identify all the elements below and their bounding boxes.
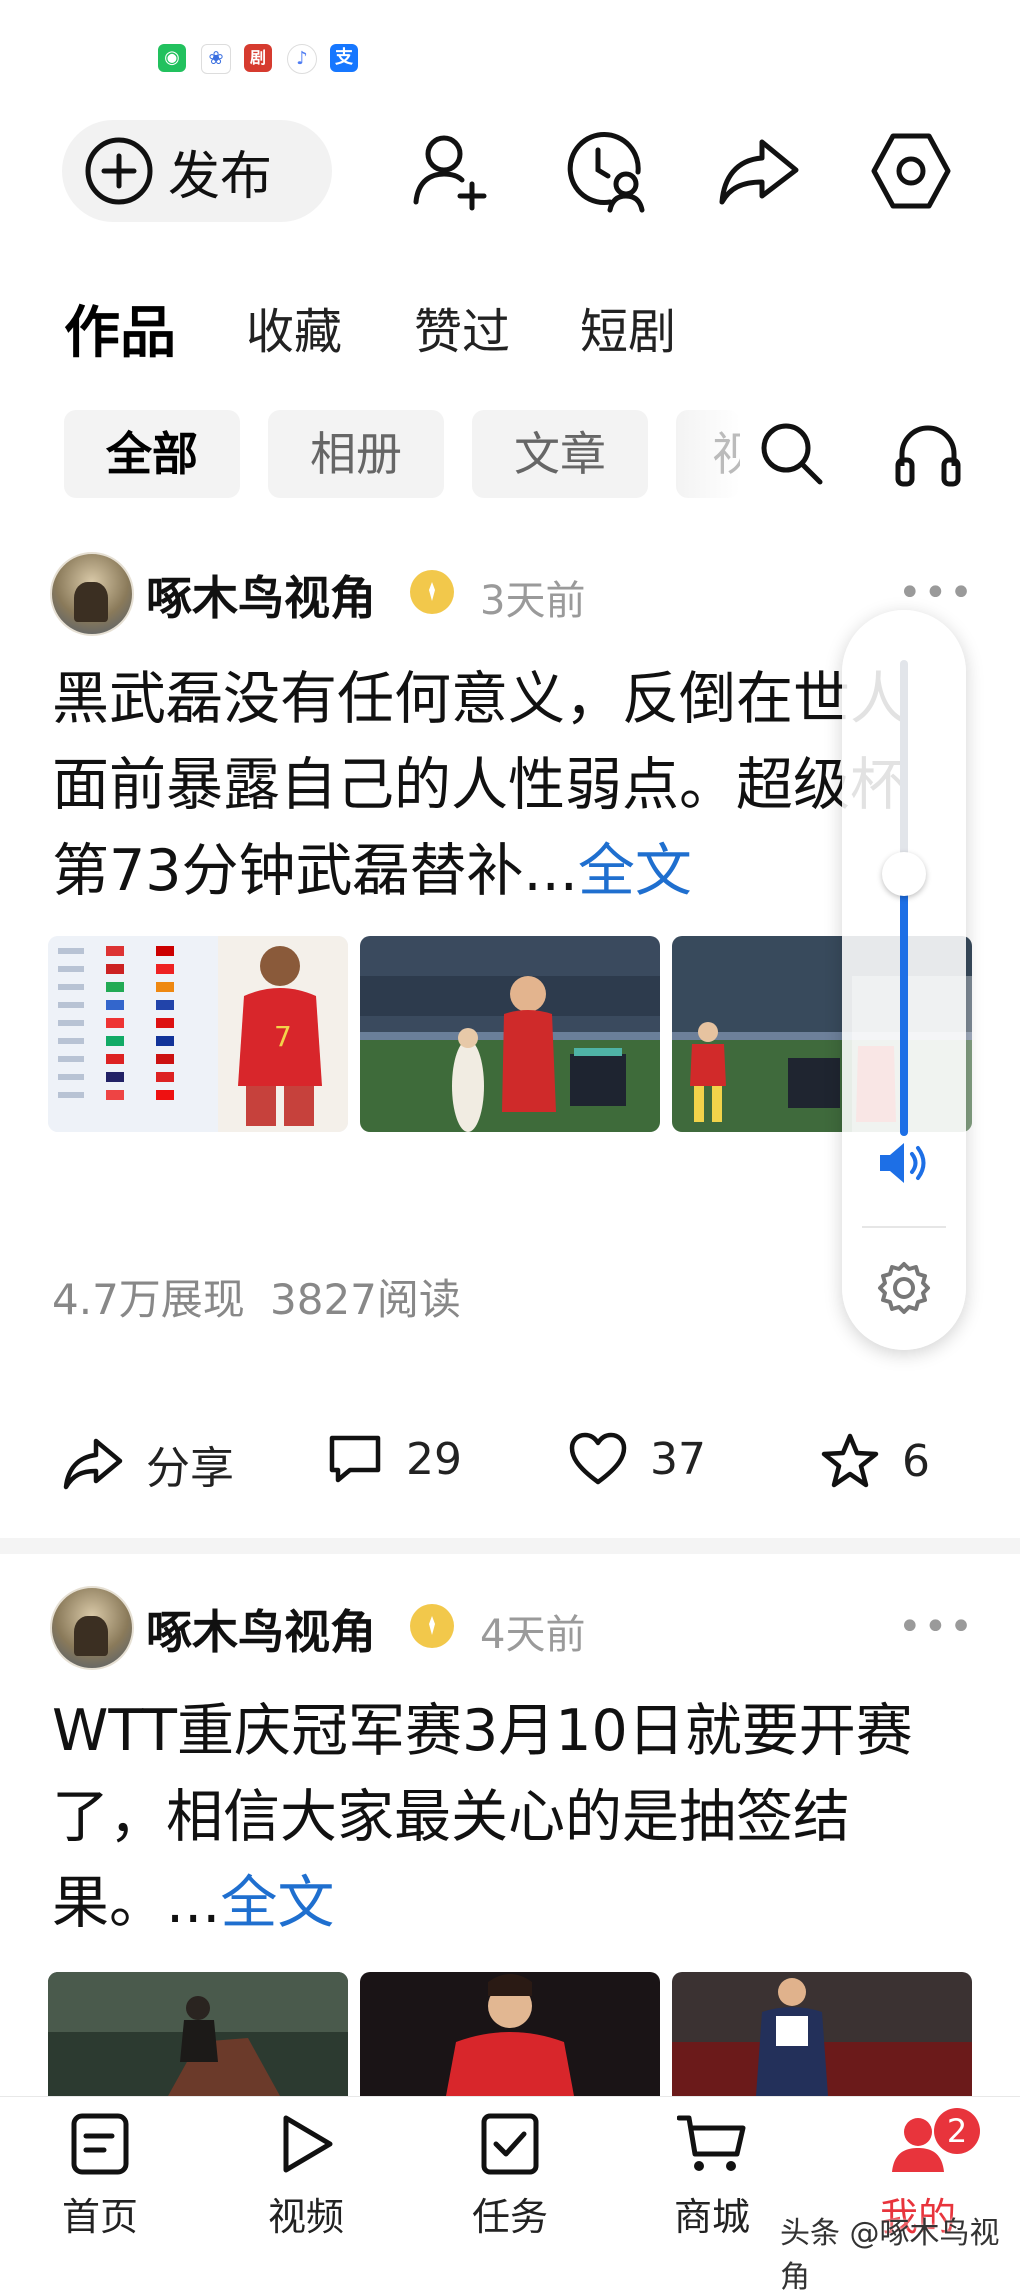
notification-badge: 2	[934, 2108, 980, 2154]
history-icon[interactable]	[562, 128, 648, 214]
tab-works[interactable]: 作品	[64, 288, 176, 369]
filter-all[interactable]: 全部	[64, 410, 240, 498]
nav-home-label: 首页	[61, 2195, 138, 2239]
full-text-link[interactable]: 全文	[578, 838, 692, 904]
favorite-count: 6	[902, 1435, 930, 1487]
add-friend-icon[interactable]	[408, 128, 494, 214]
settings-icon[interactable]	[868, 128, 954, 214]
post-time: 4天前	[480, 1612, 586, 1658]
volume-divider	[862, 1226, 946, 1228]
post-image-1[interactable]	[48, 1972, 348, 2096]
volume-slider-handle[interactable]	[882, 852, 926, 897]
home-icon	[71, 2113, 129, 2175]
alipay-icon: 支	[330, 44, 358, 72]
plus-circle-icon	[85, 137, 153, 205]
post-image-1[interactable]: 7	[48, 936, 348, 1132]
impressions-count: 4.7万展现	[52, 1275, 245, 1324]
nav-task[interactable]: 任务	[440, 2112, 580, 2241]
share-icon[interactable]	[716, 128, 802, 214]
watermark: 头条 @啄木鸟视角	[780, 2216, 1000, 2295]
publish-label: 发布	[168, 146, 273, 207]
comment-icon	[329, 1435, 381, 1483]
filter-album[interactable]: 相册	[268, 410, 444, 498]
post-text[interactable]: 黑武磊没有任何意义，反倒在世人面前暴露自己的人性弱点。超级杯第73分钟武磊替补.…	[52, 656, 952, 914]
publish-button[interactable]: 发布	[62, 120, 332, 222]
video-icon	[283, 2115, 333, 2173]
filter-video[interactable]: 视	[676, 410, 740, 498]
comment-button[interactable]: 29	[326, 1432, 462, 1486]
nav-mall[interactable]: 商城	[642, 2112, 782, 2241]
more-options-icon[interactable]: •••	[898, 570, 975, 616]
comment-count: 29	[406, 1433, 462, 1485]
tab-liked[interactable]: 赞过	[414, 292, 510, 362]
nav-home[interactable]: 首页	[30, 2112, 170, 2241]
verified-badge-icon	[410, 1604, 454, 1648]
task-icon	[481, 2113, 539, 2175]
nav-video-label: 视频	[267, 2195, 344, 2239]
tab-short-drama[interactable]: 短剧	[580, 292, 676, 362]
avatar[interactable]	[50, 1586, 134, 1670]
post-body: 黑武磊没有任何意义，反倒在世人面前暴露自己的人性弱点。超级杯第73分钟武磊替补.…	[52, 666, 907, 904]
author-name[interactable]: 啄木鸟视角	[146, 1596, 376, 1662]
cart-icon	[676, 2115, 746, 2171]
share-action-button[interactable]: 分享	[62, 1432, 234, 1496]
post-body: WTT重庆冠军赛3月10日就要开赛了，相信大家最关心的是抽签结果。...	[52, 1698, 913, 1936]
post-image-2[interactable]	[360, 936, 660, 1132]
speaker-icon[interactable]	[874, 1138, 934, 1188]
toutiao-icon: 剧	[244, 44, 272, 72]
post-divider	[0, 1538, 1020, 1554]
post-image-3[interactable]	[672, 1972, 972, 2096]
nav-mall-label: 商城	[673, 2195, 750, 2239]
like-button[interactable]: 37	[568, 1432, 706, 1486]
music-icon: ♪	[287, 44, 317, 74]
heart-icon	[569, 1432, 627, 1485]
star-icon	[821, 1433, 879, 1488]
nav-task-label: 任务	[471, 2195, 548, 2239]
more-options-icon[interactable]: •••	[898, 1604, 975, 1650]
headphones-icon[interactable]	[892, 418, 964, 490]
author-name[interactable]: 啄木鸟视角	[146, 562, 376, 628]
reads-count: 3827阅读	[270, 1275, 461, 1324]
share-label: 分享	[146, 1443, 234, 1494]
avatar[interactable]	[50, 552, 134, 636]
full-text-link[interactable]: 全文	[220, 1870, 334, 1936]
filter-article[interactable]: 文章	[472, 410, 648, 498]
svg-text:7: 7	[274, 1020, 292, 1053]
post-time: 3天前	[480, 578, 586, 624]
post-text[interactable]: WTT重庆冠军赛3月10日就要开赛了，相信大家最关心的是抽签结果。...全文	[52, 1688, 952, 1946]
share-action-icon	[63, 1438, 123, 1490]
volume-panel[interactable]	[842, 610, 966, 1350]
like-count: 37	[650, 1433, 706, 1485]
search-icon[interactable]	[756, 418, 828, 490]
volume-settings-icon[interactable]	[874, 1258, 934, 1318]
verified-badge-icon	[410, 570, 454, 614]
volume-fill	[900, 874, 908, 1136]
baidu-icon: ❀	[201, 44, 231, 74]
favorite-button[interactable]: 6	[820, 1432, 930, 1490]
tab-favorites[interactable]: 收藏	[246, 292, 342, 362]
wechat-icon: ◉	[158, 44, 186, 72]
post-image-2[interactable]	[360, 1972, 660, 2096]
nav-video[interactable]: 视频	[236, 2112, 376, 2241]
